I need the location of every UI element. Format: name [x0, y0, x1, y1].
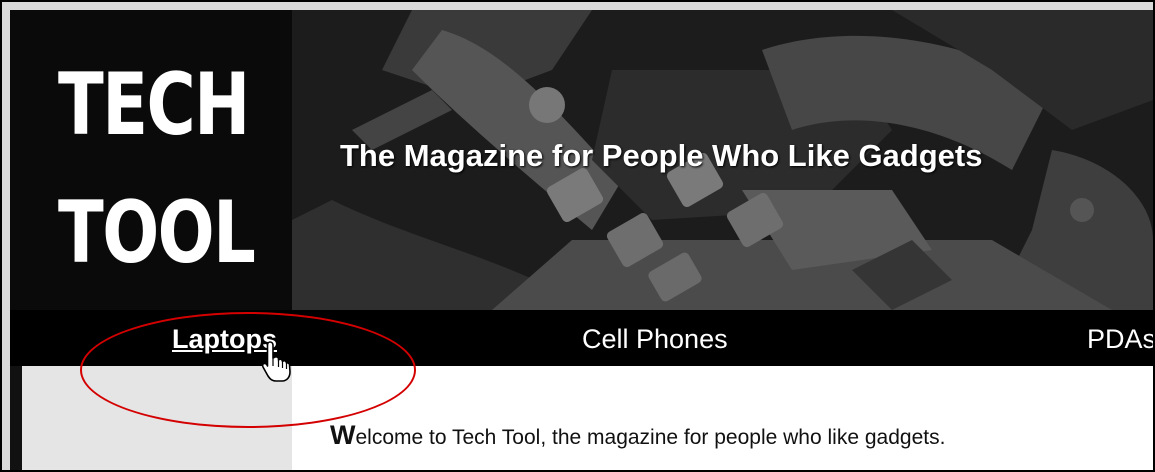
browser-frame: TECH TOOL The Magazine for People Who Li…: [0, 0, 1155, 472]
nav-link-cell-phones[interactable]: Cell Phones: [582, 324, 728, 355]
welcome-body: elcome to Tech Tool, the magazine for pe…: [355, 426, 946, 449]
welcome-text: Welcome to Tech Tool, the magazine for p…: [330, 420, 945, 451]
logo-line-2: TOOL: [58, 183, 256, 283]
welcome-dropcap: W: [330, 420, 356, 450]
main-nav: Laptops Cell Phones PDAs: [10, 310, 1153, 366]
logo-line-1: TECH: [58, 55, 250, 155]
site-logo[interactable]: TECH TOOL: [10, 10, 292, 310]
site-tagline: The Magazine for People Who Like Gadgets: [340, 138, 983, 173]
main-content: Welcome to Tech Tool, the magazine for p…: [292, 366, 1153, 470]
nav-link-pdas[interactable]: PDAs: [1087, 324, 1153, 355]
left-sidebar: [22, 366, 292, 470]
nav-link-laptops[interactable]: Laptops: [172, 324, 277, 355]
web-page: TECH TOOL The Magazine for People Who Li…: [10, 10, 1153, 470]
